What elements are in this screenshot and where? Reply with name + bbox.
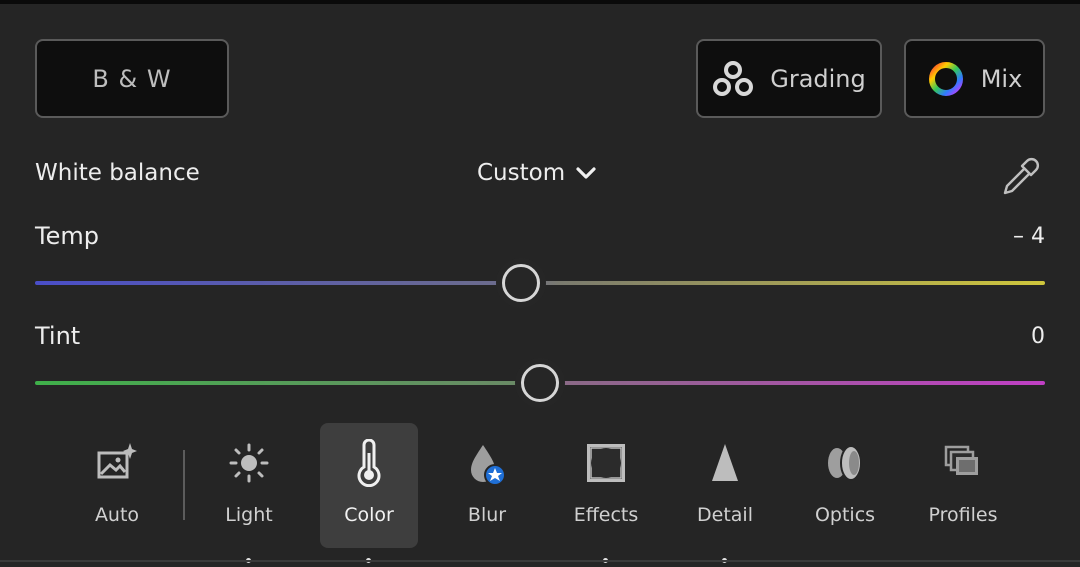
grading-button-label: Grading <box>770 64 866 93</box>
temp-label: Temp <box>35 222 99 250</box>
white-balance-label: White balance <box>35 160 200 186</box>
tool-label: Auto <box>94 504 140 526</box>
temp-slider-track[interactable] <box>35 281 1045 285</box>
tool-label: Blur <box>467 504 507 526</box>
blur-drop-icon <box>465 439 509 487</box>
tint-slider-handle[interactable] <box>521 364 559 402</box>
tool-label: Light <box>225 504 273 526</box>
tool-light[interactable]: Light <box>200 423 298 563</box>
white-balance-dropdown[interactable]: Custom <box>477 160 597 186</box>
tint-label: Tint <box>35 322 81 350</box>
color-wheel-icon <box>927 60 965 98</box>
edit-toolbar: Auto Light Color Blur Effects Detail Opt… <box>0 420 1080 567</box>
toolbar-divider <box>183 450 185 520</box>
auto-icon <box>95 439 139 487</box>
color-edit-panel: B & W Grading Mix White balance Custom T… <box>0 0 1080 567</box>
mix-button[interactable]: Mix <box>904 39 1045 118</box>
tool-label: Optics <box>814 504 876 526</box>
thermometer-icon <box>354 439 384 487</box>
toolbar-bottom-divider <box>0 560 1080 562</box>
tool-blur[interactable]: Blur <box>438 423 536 548</box>
tool-optics[interactable]: Optics <box>796 423 894 548</box>
chevron-down-icon <box>575 165 597 181</box>
bw-button[interactable]: B & W <box>35 39 229 118</box>
tool-label: Color <box>344 504 394 526</box>
top-divider <box>0 0 1080 4</box>
tool-color[interactable]: Color <box>320 423 418 563</box>
tool-label: Detail <box>697 504 753 526</box>
tool-profiles[interactable]: Profiles <box>914 423 1012 548</box>
sun-icon <box>227 439 271 487</box>
tool-label: Effects <box>573 504 639 526</box>
temp-slider-handle[interactable] <box>502 264 540 302</box>
grading-icon <box>712 59 754 99</box>
white-balance-selected: Custom <box>477 160 566 186</box>
temp-value: – 4 <box>1013 224 1045 249</box>
tool-detail[interactable]: Detail <box>676 423 774 563</box>
effects-icon <box>584 439 628 487</box>
mix-button-label: Mix <box>980 64 1023 93</box>
tool-auto[interactable]: Auto <box>68 423 166 548</box>
optics-lens-icon <box>823 439 867 487</box>
eyedropper-icon[interactable] <box>998 155 1042 203</box>
bw-button-label: B & W <box>92 64 172 93</box>
grading-button[interactable]: Grading <box>696 39 882 118</box>
profiles-icon <box>941 439 985 487</box>
tint-value: 0 <box>1031 324 1045 349</box>
detail-triangle-icon <box>707 439 743 487</box>
tool-effects[interactable]: Effects <box>557 423 655 563</box>
tool-label: Profiles <box>928 504 998 526</box>
